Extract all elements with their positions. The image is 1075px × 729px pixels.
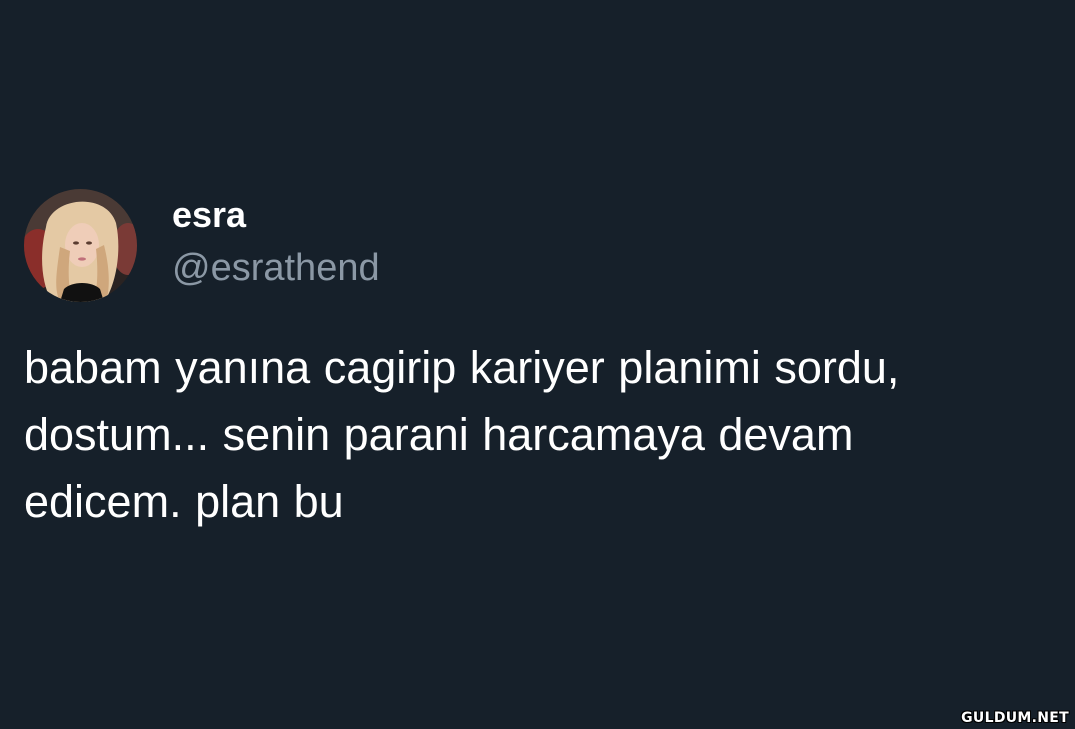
author-names: esra @esrathend — [172, 193, 380, 291]
avatar-photo — [24, 189, 137, 302]
tweet-author-row: esra @esrathend — [24, 189, 1054, 303]
author-avatar[interactable] — [24, 189, 137, 302]
site-watermark: GULDUM.NET — [961, 710, 1069, 726]
tweet-text: babam yanına cagirip kariyer planimi sor… — [24, 342, 900, 527]
author-display-name[interactable]: esra — [172, 193, 380, 237]
author-handle[interactable]: @esrathend — [172, 245, 380, 291]
tweet-card: esra @esrathend babam yanına cagirip kar… — [24, 189, 1054, 535]
